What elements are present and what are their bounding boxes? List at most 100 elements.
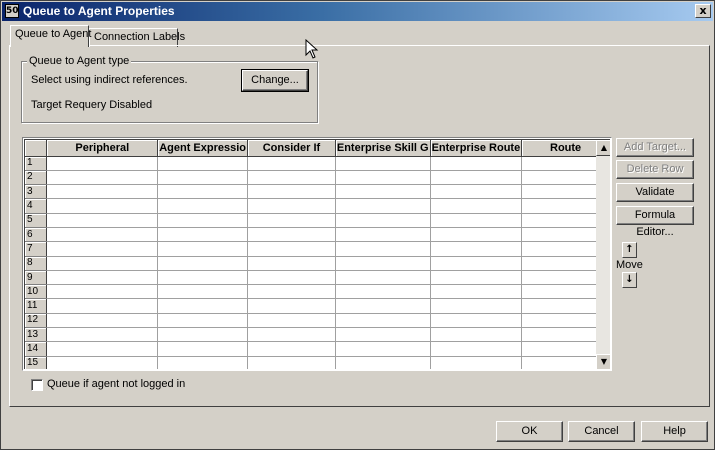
table-row[interactable]: 5 [25, 213, 610, 228]
table-row[interactable]: 14 [25, 341, 610, 357]
scroll-down-icon[interactable]: ▼ [596, 354, 610, 369]
grid-cell[interactable] [430, 170, 523, 186]
grid-cell[interactable] [430, 327, 523, 343]
grid-cell[interactable] [157, 356, 249, 369]
grid-cell[interactable] [247, 170, 336, 186]
grid-cell[interactable] [247, 341, 336, 357]
grid-cell[interactable] [247, 327, 336, 343]
grid-cell[interactable] [157, 198, 249, 214]
help-button[interactable]: Help [641, 421, 708, 442]
row-number[interactable]: 1 [25, 156, 48, 171]
grid-cell[interactable] [247, 184, 336, 200]
grid-cell[interactable] [430, 184, 523, 200]
queue-if-not-logged-in-label[interactable]: Queue if agent not logged in [47, 378, 185, 390]
col-header-enterprise-skill-group[interactable]: Enterprise Skill G [335, 140, 431, 157]
table-row[interactable]: 3 [25, 184, 610, 200]
table-row[interactable]: 9 [25, 270, 610, 286]
table-row[interactable]: 4 [25, 198, 610, 214]
change-button[interactable]: Change... [241, 69, 309, 92]
row-number[interactable]: 3 [25, 184, 48, 200]
row-number[interactable]: 8 [25, 256, 48, 271]
row-number[interactable]: 2 [25, 170, 48, 186]
grid-cell[interactable] [430, 298, 523, 314]
table-row[interactable]: 2 [25, 170, 610, 186]
table-row[interactable]: 13 [25, 327, 610, 343]
grid-cell[interactable] [46, 227, 159, 243]
row-number[interactable]: 11 [25, 298, 48, 314]
table-row[interactable]: 10 [25, 284, 610, 300]
validate-button[interactable]: Validate [616, 183, 694, 202]
grid-cell[interactable] [335, 356, 431, 369]
title-bar[interactable]: 50 Queue to Agent Properties x [2, 2, 713, 21]
grid-cell[interactable] [430, 356, 523, 369]
col-header-agent-expression[interactable]: Agent Expressio [157, 140, 249, 157]
grid-cell[interactable] [247, 356, 336, 369]
grid-cell[interactable] [247, 313, 336, 329]
scroll-up-icon[interactable]: ▲ [596, 140, 610, 156]
grid-cell[interactable] [430, 256, 523, 271]
grid-cell[interactable] [335, 256, 431, 271]
grid-cell[interactable] [247, 156, 336, 171]
grid-cell[interactable] [247, 198, 336, 214]
grid-cell[interactable] [46, 270, 159, 286]
row-number[interactable]: 12 [25, 313, 48, 329]
table-row[interactable]: 1 [25, 156, 610, 171]
grid-cell[interactable] [157, 256, 249, 271]
row-number[interactable]: 5 [25, 213, 48, 228]
grid-cell[interactable] [46, 298, 159, 314]
grid-cell[interactable] [46, 241, 159, 257]
grid-cell[interactable] [430, 270, 523, 286]
grid-cell[interactable] [46, 327, 159, 343]
grid-cell[interactable] [335, 298, 431, 314]
grid-cell[interactable] [157, 341, 249, 357]
grid-cell[interactable] [430, 213, 523, 228]
table-row[interactable]: 12 [25, 313, 610, 329]
grid-cell[interactable] [46, 156, 159, 171]
grid-cell[interactable] [247, 241, 336, 257]
grid-cell[interactable] [335, 241, 431, 257]
grid-cell[interactable] [157, 327, 249, 343]
table-row[interactable]: 8 [25, 256, 610, 271]
grid-cell[interactable] [430, 341, 523, 357]
grid-cell[interactable] [335, 213, 431, 228]
row-number[interactable]: 7 [25, 241, 48, 257]
move-up-icon[interactable]: ↑ [622, 242, 637, 258]
grid-cell[interactable] [335, 341, 431, 357]
grid-cell[interactable] [247, 256, 336, 271]
table-row[interactable]: 7 [25, 241, 610, 257]
row-number[interactable]: 14 [25, 341, 48, 357]
grid-cell[interactable] [46, 356, 159, 369]
grid-cell[interactable] [430, 156, 523, 171]
grid-cell[interactable] [157, 156, 249, 171]
row-number[interactable]: 15 [25, 356, 48, 369]
grid-cell[interactable] [335, 327, 431, 343]
cancel-button[interactable]: Cancel [568, 421, 635, 442]
table-row[interactable]: 11 [25, 298, 610, 314]
col-header-enterprise-route[interactable]: Enterprise Route [430, 140, 523, 157]
row-number[interactable]: 13 [25, 327, 48, 343]
ok-button[interactable]: OK [496, 421, 563, 442]
row-number[interactable]: 9 [25, 270, 48, 286]
grid-cell[interactable] [157, 284, 249, 300]
tab-queue-to-agent[interactable]: Queue to Agent [10, 25, 91, 47]
queue-if-not-logged-in-checkbox[interactable] [31, 379, 43, 391]
grid-cell[interactable] [157, 241, 249, 257]
add-target-button[interactable]: Add Target... [616, 138, 694, 157]
grid-cell[interactable] [335, 198, 431, 214]
grid-cell[interactable] [157, 170, 249, 186]
grid-cell[interactable] [247, 227, 336, 243]
grid-cell[interactable] [46, 284, 159, 300]
grid-cell[interactable] [157, 184, 249, 200]
grid-cell[interactable] [335, 184, 431, 200]
table-row[interactable]: 15 [25, 356, 610, 369]
grid-cell[interactable] [247, 270, 336, 286]
grid-cell[interactable] [430, 313, 523, 329]
close-button[interactable]: x [695, 4, 711, 18]
grid-cell[interactable] [157, 227, 249, 243]
grid-cell[interactable] [46, 213, 159, 228]
row-number[interactable]: 10 [25, 284, 48, 300]
grid-cell[interactable] [335, 156, 431, 171]
grid-cell[interactable] [157, 298, 249, 314]
grid-cell[interactable] [247, 213, 336, 228]
grid-cell[interactable] [46, 170, 159, 186]
